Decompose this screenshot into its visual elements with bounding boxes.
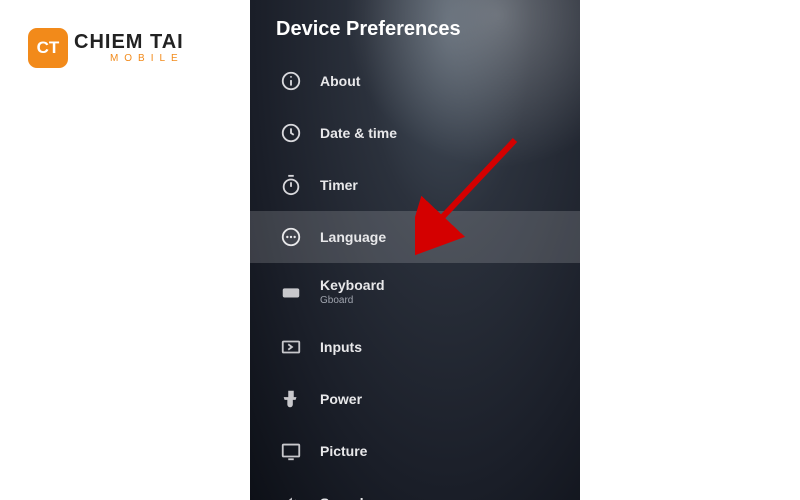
picture-icon <box>280 440 302 462</box>
menu-item-label: Language <box>320 229 386 245</box>
menu-item-language[interactable]: Language <box>250 211 580 263</box>
language-icon <box>280 226 302 248</box>
preferences-menu: About Date & time Timer Language <box>250 55 580 500</box>
keyboard-icon <box>280 281 302 303</box>
info-icon <box>280 70 302 92</box>
menu-item-date-time[interactable]: Date & time <box>250 107 580 159</box>
menu-item-inputs[interactable]: Inputs <box>250 321 580 373</box>
brand-logo: CT CHIEM TAI MOBILE <box>28 28 184 68</box>
menu-item-sound[interactable]: Sound <box>250 477 580 500</box>
input-icon <box>280 336 302 358</box>
device-preferences-screen: Device Preferences About Date & time Tim… <box>250 0 580 500</box>
menu-item-sublabel: Gboard <box>320 295 385 307</box>
menu-item-label: Inputs <box>320 339 362 355</box>
menu-item-label: Sound <box>320 495 364 500</box>
menu-item-label: Keyboard <box>320 277 385 293</box>
menu-item-label: Timer <box>320 177 358 193</box>
logo-text: CHIEM TAI MOBILE <box>74 32 184 64</box>
page-title: Device Preferences <box>250 0 580 55</box>
menu-item-keyboard[interactable]: Keyboard Gboard <box>250 263 580 321</box>
logo-sub-text: MOBILE <box>74 54 184 64</box>
logo-main-text: CHIEM TAI <box>74 32 184 52</box>
menu-item-picture[interactable]: Picture <box>250 425 580 477</box>
menu-item-about[interactable]: About <box>250 55 580 107</box>
logo-badge: CT <box>28 28 68 68</box>
menu-item-timer[interactable]: Timer <box>250 159 580 211</box>
menu-item-label: About <box>320 73 360 89</box>
timer-icon <box>280 174 302 196</box>
power-icon <box>280 388 302 410</box>
menu-item-label: Picture <box>320 443 367 459</box>
sound-icon <box>280 492 302 500</box>
clock-icon <box>280 122 302 144</box>
menu-item-power[interactable]: Power <box>250 373 580 425</box>
menu-item-label: Power <box>320 391 362 407</box>
menu-item-label: Date & time <box>320 125 397 141</box>
